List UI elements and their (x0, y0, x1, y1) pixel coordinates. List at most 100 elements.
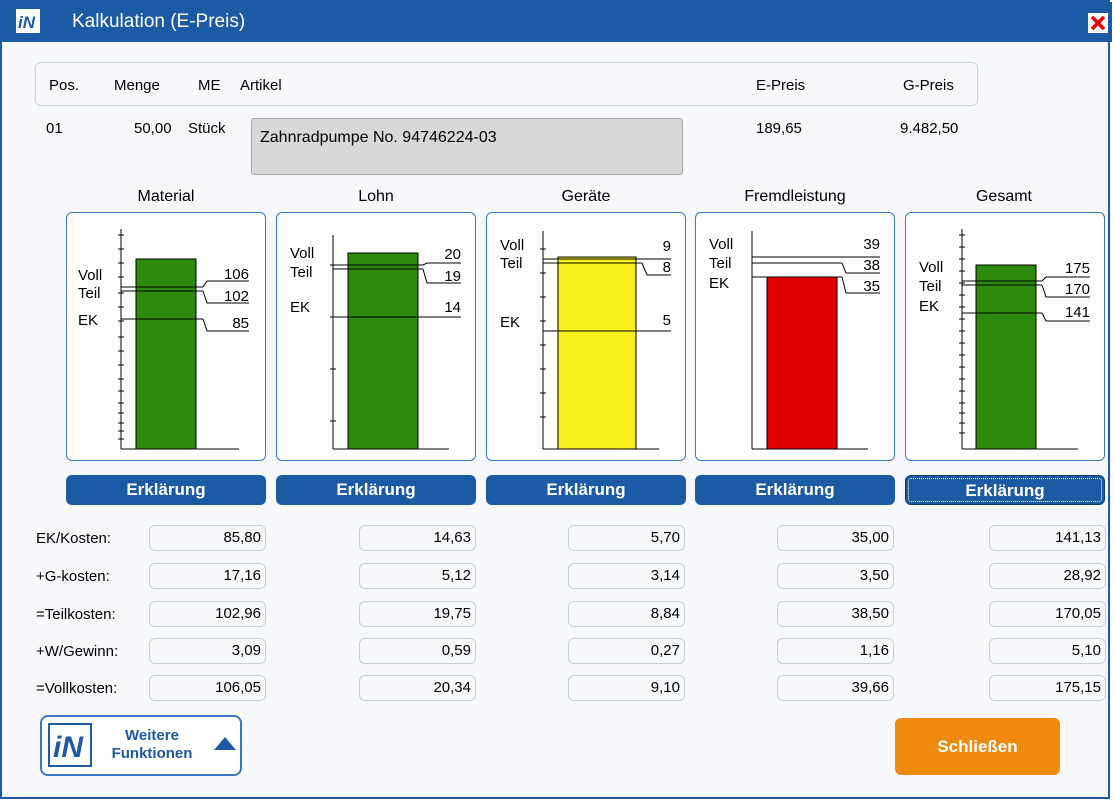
gesamt-value-ek: 141 (1065, 304, 1090, 321)
position-epreis: 189,65 (756, 120, 802, 137)
header-menge: Menge (114, 77, 160, 94)
svg-text:iN: iN (53, 731, 84, 764)
row-label-g-kosten: +G-kosten: (36, 568, 110, 585)
lohn-value-ek: 14 (444, 299, 461, 316)
position-menge: 50,00 (134, 120, 172, 137)
panel-title-fremdleistung: Fremdleistung (744, 188, 846, 205)
value-field: 5,70 (568, 525, 685, 551)
value-field: 17,16 (149, 563, 266, 589)
value-field: 9,10 (568, 675, 685, 701)
geraete-label-teil: Teil (500, 255, 523, 272)
explain-button-gesamt[interactable]: Erklärung (905, 475, 1105, 505)
material-label-teil: Teil (78, 285, 101, 302)
value-field: 85,80 (149, 525, 266, 551)
lohn-value-teil: 19 (444, 268, 461, 285)
article-name: Zahnradpumpe No. 94746224-03 (260, 129, 497, 146)
panel-title-geraete: Geräte (561, 188, 611, 205)
value-field: 1,16 (777, 638, 894, 664)
fremdleistung-label-ek: EK (709, 275, 729, 292)
geraete-label-ek: EK (500, 314, 520, 331)
chart-panel-lohn: Voll Teil EK 20 19 14 (276, 212, 476, 461)
panel-title-lohn: Lohn (358, 188, 394, 205)
value-field: 5,12 (359, 563, 476, 589)
gesamt-label-voll: Voll (919, 259, 943, 276)
position-gpreis: 9.482,50 (900, 120, 959, 137)
value-field: 35,00 (777, 525, 894, 551)
close-button[interactable]: Schließen (895, 718, 1060, 775)
value-field: 14,63 (359, 525, 476, 551)
value-field: 3,14 (568, 563, 685, 589)
value-field: 170,05 (989, 601, 1106, 627)
row-label-ek-kosten: EK/Kosten: (36, 530, 112, 547)
row-label-teilkosten: =Teilkosten: (36, 606, 116, 623)
gesamt-label-ek: EK (919, 298, 939, 315)
fremdleistung-label-teil: Teil (709, 255, 732, 272)
header-gpreis: G-Preis (903, 77, 954, 94)
in-logo-icon: iN (48, 723, 92, 767)
gesamt-label-teil: Teil (919, 278, 942, 295)
header-pos: Pos. (49, 77, 80, 94)
title-bar: iN Kalkulation (E-Preis) (2, 2, 1112, 42)
value-field: 102,96 (149, 601, 266, 627)
material-value-ek: 85 (232, 315, 249, 332)
calculation-window: iN Kalkulation (E-Preis) Pos. Menge ME A… (0, 0, 1112, 799)
value-field: 141,13 (989, 525, 1106, 551)
value-field: 8,84 (568, 601, 685, 627)
explain-button-material[interactable]: Erklärung (66, 475, 266, 505)
lohn-value-voll: 20 (444, 246, 461, 263)
fremdleistung-value-teil: 38 (863, 257, 880, 274)
value-field: 106,05 (149, 675, 266, 701)
fremdleistung-value-ek: 35 (863, 278, 880, 295)
window-title: Kalkulation (E-Preis) (72, 11, 246, 32)
value-field: 3,50 (777, 563, 894, 589)
header-artikel: Artikel (240, 77, 282, 94)
value-field: 5,10 (989, 638, 1106, 664)
value-field: 28,92 (989, 563, 1106, 589)
geraete-value-voll: 9 (663, 238, 671, 255)
chart-panel-gesamt: Voll Teil EK 175 170 141 (905, 212, 1105, 461)
value-field: 19,75 (359, 601, 476, 627)
chart-panel-geraete: Voll Teil EK 9 8 5 (486, 212, 686, 461)
lohn-label-ek: EK (290, 299, 310, 316)
value-field: 39,66 (777, 675, 894, 701)
row-label-vollkosten: =Vollkosten: (36, 680, 118, 697)
material-value-teil: 102 (224, 288, 249, 305)
value-field: 0,59 (359, 638, 476, 664)
panel-title-gesamt: Gesamt (975, 188, 1032, 205)
chart-panel-fremdleistung: Voll Teil EK 39 38 35 (695, 212, 895, 461)
close-icon[interactable] (1088, 13, 1108, 33)
value-field: 20,34 (359, 675, 476, 701)
material-value-voll: 106 (224, 266, 249, 283)
material-label-voll: Voll (78, 267, 102, 284)
explain-button-geraete[interactable]: Erklärung (486, 475, 686, 505)
header-me: ME (198, 77, 221, 94)
gesamt-value-teil: 170 (1065, 281, 1090, 298)
gesamt-value-voll: 175 (1065, 260, 1090, 277)
fremdleistung-label-voll: Voll (709, 236, 733, 253)
geraete-label-voll: Voll (500, 237, 524, 254)
app-logo-icon: iN (16, 9, 40, 33)
column-header (35, 62, 978, 106)
geraete-value-ek: 5 (663, 312, 671, 329)
triangle-up-icon (214, 737, 236, 750)
value-field: 38,50 (777, 601, 894, 627)
article-field: Zahnradpumpe No. 94746224-03 (251, 118, 683, 175)
value-field: 175,15 (989, 675, 1106, 701)
lohn-label-voll: Voll (290, 245, 314, 262)
more-functions-label: Weitere Funktionen (111, 727, 193, 762)
geraete-value-teil: 8 (663, 259, 671, 276)
row-label-gewinn: +W/Gewinn: (36, 643, 119, 660)
material-label-ek: EK (78, 312, 98, 329)
chart-panel-material: Voll Teil EK 106 102 85 (66, 212, 266, 461)
explain-button-lohn[interactable]: Erklärung (276, 475, 476, 505)
value-field: 0,27 (568, 638, 685, 664)
fremdleistung-value-voll: 39 (863, 236, 880, 253)
more-functions-button[interactable]: iN Weitere Funktionen (40, 715, 242, 776)
lohn-label-teil: Teil (290, 264, 313, 281)
position-me: Stück (188, 120, 226, 137)
header-epreis: E-Preis (756, 77, 806, 94)
panel-title-material: Material (137, 188, 195, 205)
value-field: 3,09 (149, 638, 266, 664)
explain-button-fremdleistung[interactable]: Erklärung (695, 475, 895, 505)
svg-text:iN: iN (18, 13, 36, 32)
